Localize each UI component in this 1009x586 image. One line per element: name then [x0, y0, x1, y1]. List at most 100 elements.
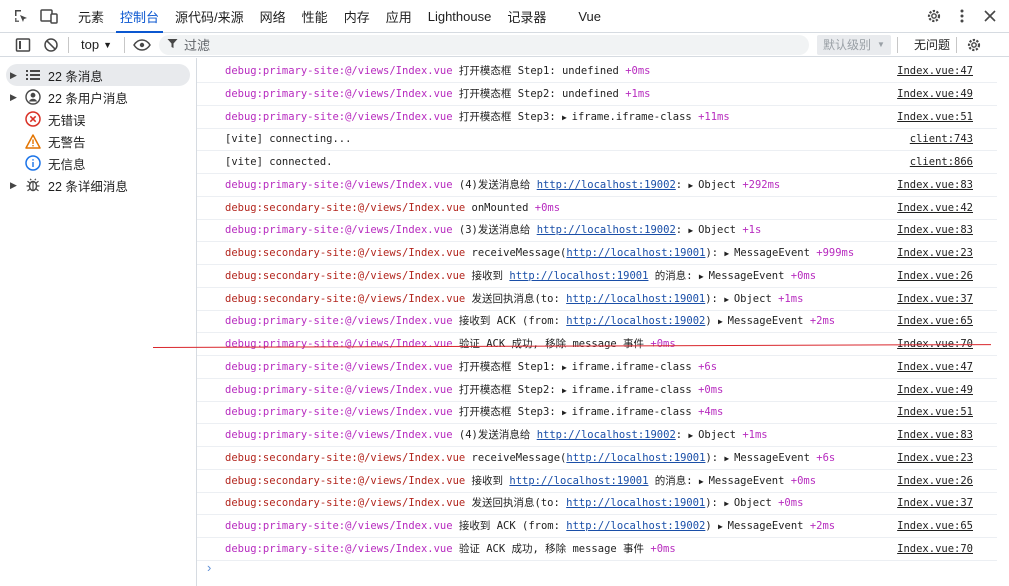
tab-sources[interactable]: 源代码/来源: [167, 0, 252, 33]
console-message-row: debug:primary-site:@/views/Index.vue 验证 …: [197, 538, 997, 561]
time-delta: +1ms: [778, 292, 804, 305]
tab-lighthouse[interactable]: Lighthouse: [420, 0, 500, 33]
sidebar-item-info[interactable]: 无信息: [6, 152, 190, 174]
source-location-link[interactable]: Index.vue:49: [897, 379, 973, 401]
source-location-link[interactable]: Index.vue:83: [897, 424, 973, 446]
source-location-link[interactable]: Index.vue:42: [897, 197, 973, 219]
expandable-object[interactable]: MessageEvent: [718, 520, 804, 532]
console-message-text: debug:primary-site:@/views/Index.vue 打开模…: [225, 106, 730, 129]
log-level-select[interactable]: 默认级别 ▼: [817, 34, 891, 55]
tab-elements[interactable]: 元素: [70, 0, 112, 33]
sidebar-item-verbose[interactable]: ▶ 22 条详细消息: [6, 174, 190, 196]
filter-input[interactable]: 过滤: [159, 34, 809, 55]
toggle-sidebar-icon[interactable]: [12, 34, 34, 56]
source-location-link[interactable]: Index.vue:47: [897, 60, 973, 82]
url-link[interactable]: http://localhost:19002: [537, 179, 676, 191]
url-link[interactable]: http://localhost:19001: [566, 247, 705, 259]
expandable-object[interactable]: Object: [724, 293, 772, 305]
expandable-object[interactable]: Object: [724, 497, 772, 509]
url-link[interactable]: http://localhost:19002: [566, 520, 705, 532]
message-text: 接收到: [465, 474, 510, 487]
tab-memory[interactable]: 内存: [336, 0, 378, 33]
time-delta: +1ms: [625, 87, 651, 100]
url-link[interactable]: http://localhost:19001: [509, 270, 648, 282]
source-location-link[interactable]: Index.vue:65: [897, 310, 973, 332]
sidebar-item-warnings[interactable]: 无警告: [6, 130, 190, 152]
expand-arrow-icon[interactable]: ▶: [10, 180, 24, 191]
expandable-object[interactable]: MessageEvent: [724, 247, 810, 259]
settings-gear-icon[interactable]: [923, 5, 945, 27]
expandable-object[interactable]: MessageEvent: [699, 475, 785, 487]
source-location-link[interactable]: Index.vue:26: [897, 470, 973, 492]
source-location-link[interactable]: Index.vue:47: [897, 356, 973, 378]
clear-console-icon[interactable]: [40, 34, 62, 56]
source-location-link[interactable]: Index.vue:49: [897, 83, 973, 105]
expand-arrow-icon[interactable]: ▶: [10, 92, 24, 103]
message-text: 发送回执消息(to:: [465, 292, 567, 305]
inspect-element-icon[interactable]: [10, 5, 32, 27]
url-link[interactable]: http://localhost:19002: [537, 224, 676, 236]
sidebar-item-user-messages[interactable]: ▶ 22 条用户消息: [6, 86, 190, 108]
source-location-link[interactable]: Index.vue:65: [897, 515, 973, 537]
expandable-object[interactable]: iframe.iframe-class: [562, 384, 692, 396]
expandable-object[interactable]: MessageEvent: [699, 270, 785, 282]
source-location-link[interactable]: Index.vue:70: [897, 538, 973, 560]
console-message-text: debug:primary-site:@/views/Index.vue (4)…: [225, 424, 768, 447]
source-location-link[interactable]: Index.vue:83: [897, 219, 973, 241]
source-location-link[interactable]: Index.vue:26: [897, 265, 973, 287]
sidebar-item-errors[interactable]: 无错误: [6, 108, 190, 130]
console-message-text: [vite] connected.: [225, 151, 332, 173]
console-toolbar: top ▼ 过滤 默认级别 ▼ 无问题: [0, 33, 1009, 57]
debug-namespace-prefix: debug:secondary-site:@/views/Index.vue: [225, 451, 466, 464]
expandable-object[interactable]: MessageEvent: [724, 452, 810, 464]
tab-application[interactable]: 应用: [378, 0, 420, 33]
source-location-link[interactable]: Index.vue:51: [897, 401, 973, 423]
expand-arrow-icon[interactable]: ▶: [10, 70, 24, 81]
expandable-object[interactable]: Object: [688, 429, 736, 441]
expandable-object[interactable]: iframe.iframe-class: [562, 406, 692, 418]
console-prompt-icon[interactable]: ›: [207, 560, 211, 575]
message-text: (4)发送消息给: [452, 178, 537, 191]
live-expression-eye-icon[interactable]: [131, 34, 153, 56]
device-toolbar-icon[interactable]: [38, 5, 60, 27]
source-location-link[interactable]: Index.vue:23: [897, 447, 973, 469]
tab-recorder[interactable]: 记录器: [499, 0, 554, 33]
debug-namespace-prefix: debug:primary-site:@/views/Index.vue: [225, 383, 453, 396]
toolbar-divider: [124, 36, 125, 53]
close-icon[interactable]: [979, 5, 1001, 27]
source-location-link[interactable]: Index.vue:83: [897, 174, 973, 196]
expandable-object[interactable]: Object: [688, 224, 736, 236]
url-link[interactable]: http://localhost:19001: [566, 497, 705, 509]
tab-vue[interactable]: Vue: [570, 0, 609, 33]
source-location-link[interactable]: Index.vue:37: [897, 288, 973, 310]
tab-console[interactable]: 控制台: [112, 0, 167, 33]
expandable-object[interactable]: iframe.iframe-class: [562, 111, 692, 123]
expandable-object[interactable]: Object: [688, 179, 736, 191]
debug-namespace-prefix: debug:primary-site:@/views/Index.vue: [225, 87, 453, 100]
source-location-link[interactable]: Index.vue:37: [897, 492, 973, 514]
source-location-link[interactable]: client:743: [910, 128, 973, 150]
url-link[interactable]: http://localhost:19001: [509, 475, 648, 487]
sidebar-item-messages[interactable]: ▶ 22 条消息: [6, 64, 190, 86]
url-link[interactable]: http://localhost:19002: [566, 315, 705, 327]
message-text: 接收到: [465, 269, 510, 282]
context-selector[interactable]: top ▼: [75, 37, 118, 52]
url-link[interactable]: http://localhost:19001: [566, 293, 705, 305]
expandable-object[interactable]: MessageEvent: [718, 315, 804, 327]
more-options-icon[interactable]: [951, 5, 973, 27]
url-link[interactable]: http://localhost:19002: [537, 429, 676, 441]
message-text: :: [675, 429, 689, 441]
url-link[interactable]: http://localhost:19001: [566, 452, 705, 464]
sidebar-item-label: 无信息: [48, 157, 86, 172]
tab-network[interactable]: 网络: [252, 0, 294, 33]
debug-namespace-prefix: debug:primary-site:@/views/Index.vue: [225, 360, 453, 373]
debug-namespace-prefix: debug:primary-site:@/views/Index.vue: [225, 338, 453, 350]
expandable-object[interactable]: iframe.iframe-class: [562, 361, 692, 373]
source-location-link[interactable]: Index.vue:23: [897, 242, 973, 264]
console-settings-gear-icon[interactable]: [963, 34, 985, 56]
issues-counter[interactable]: 无问题: [914, 36, 950, 53]
source-location-link[interactable]: client:866: [910, 151, 973, 173]
tab-performance[interactable]: 性能: [294, 0, 336, 33]
message-text: ):: [705, 497, 725, 510]
source-location-link[interactable]: Index.vue:51: [897, 106, 973, 128]
